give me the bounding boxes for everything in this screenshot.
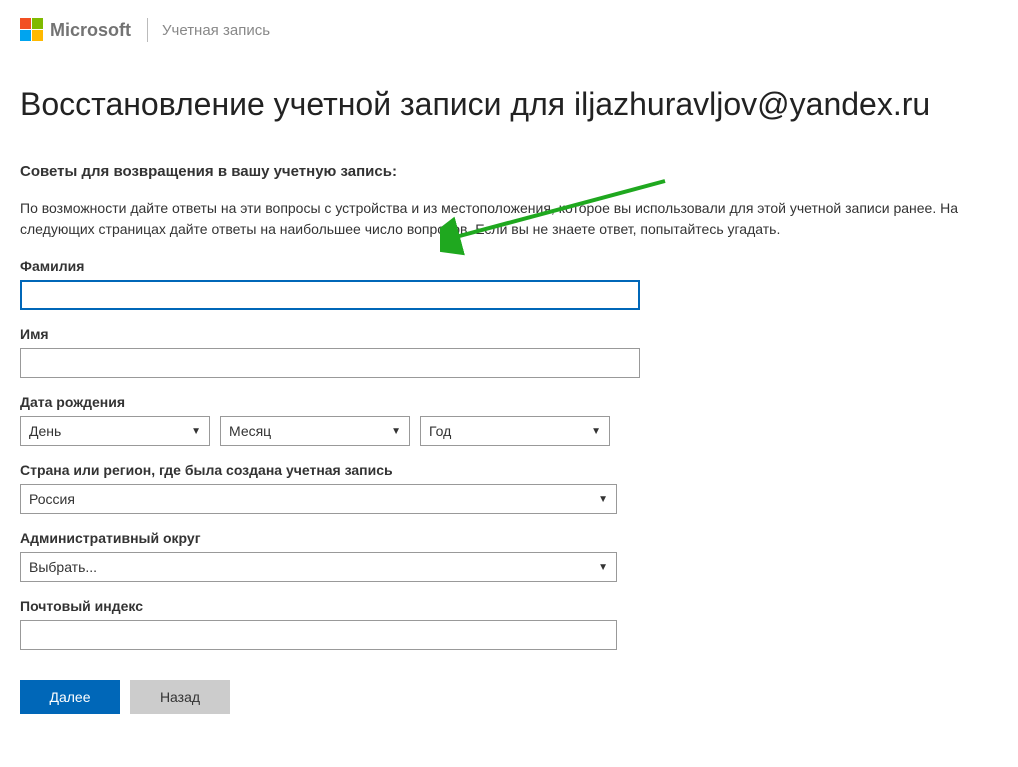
dob-month-select[interactable]: Месяц ▼ <box>220 416 410 446</box>
lastname-group: Фамилия <box>20 258 998 310</box>
dob-group: Дата рождения День ▼ Месяц ▼ Год ▼ <box>20 394 998 446</box>
firstname-group: Имя <box>20 326 998 378</box>
dob-day-value: День <box>29 423 61 439</box>
chevron-down-icon: ▼ <box>591 426 601 437</box>
dob-month-value: Месяц <box>229 423 271 439</box>
district-label: Административный округ <box>20 530 998 546</box>
lastname-input[interactable] <box>20 280 640 310</box>
chevron-down-icon: ▼ <box>598 494 608 505</box>
tips-heading: Советы для возвращения в вашу учетную за… <box>20 163 998 180</box>
country-value: Россия <box>29 491 75 507</box>
district-group: Административный округ Выбрать... ▼ <box>20 530 998 582</box>
dob-year-select[interactable]: Год ▼ <box>420 416 610 446</box>
main-content: Восстановление учетной записи для iljazh… <box>0 56 1018 734</box>
tips-text: По возможности дайте ответы на эти вопро… <box>20 198 998 240</box>
title-email: iljazhuravljov@yandex.ru <box>574 86 930 122</box>
district-select[interactable]: Выбрать... ▼ <box>20 552 617 582</box>
country-group: Страна или регион, где была создана учет… <box>20 462 998 514</box>
chevron-down-icon: ▼ <box>598 562 608 573</box>
next-button[interactable]: Далее <box>20 680 120 714</box>
title-prefix: Восстановление учетной записи для <box>20 86 574 122</box>
page-header: Microsoft Учетная запись <box>0 0 1018 56</box>
country-label: Страна или регион, где была создана учет… <box>20 462 998 478</box>
page-title: Восстановление учетной записи для iljazh… <box>20 86 998 123</box>
district-value: Выбрать... <box>29 559 97 575</box>
dob-day-select[interactable]: День ▼ <box>20 416 210 446</box>
postal-group: Почтовый индекс <box>20 598 998 650</box>
chevron-down-icon: ▼ <box>191 426 201 437</box>
firstname-label: Имя <box>20 326 998 342</box>
country-select[interactable]: Россия ▼ <box>20 484 617 514</box>
postal-input[interactable] <box>20 620 617 650</box>
microsoft-logo-icon <box>20 18 44 42</box>
chevron-down-icon: ▼ <box>391 426 401 437</box>
lastname-label: Фамилия <box>20 258 998 274</box>
header-separator <box>147 18 148 42</box>
buttons-row: Далее Назад <box>20 680 998 714</box>
back-button[interactable]: Назад <box>130 680 230 714</box>
dob-year-value: Год <box>429 423 451 439</box>
dob-label: Дата рождения <box>20 394 998 410</box>
firstname-input[interactable] <box>20 348 640 378</box>
brand-text: Microsoft <box>50 20 131 41</box>
header-section: Учетная запись <box>162 22 270 39</box>
postal-label: Почтовый индекс <box>20 598 998 614</box>
